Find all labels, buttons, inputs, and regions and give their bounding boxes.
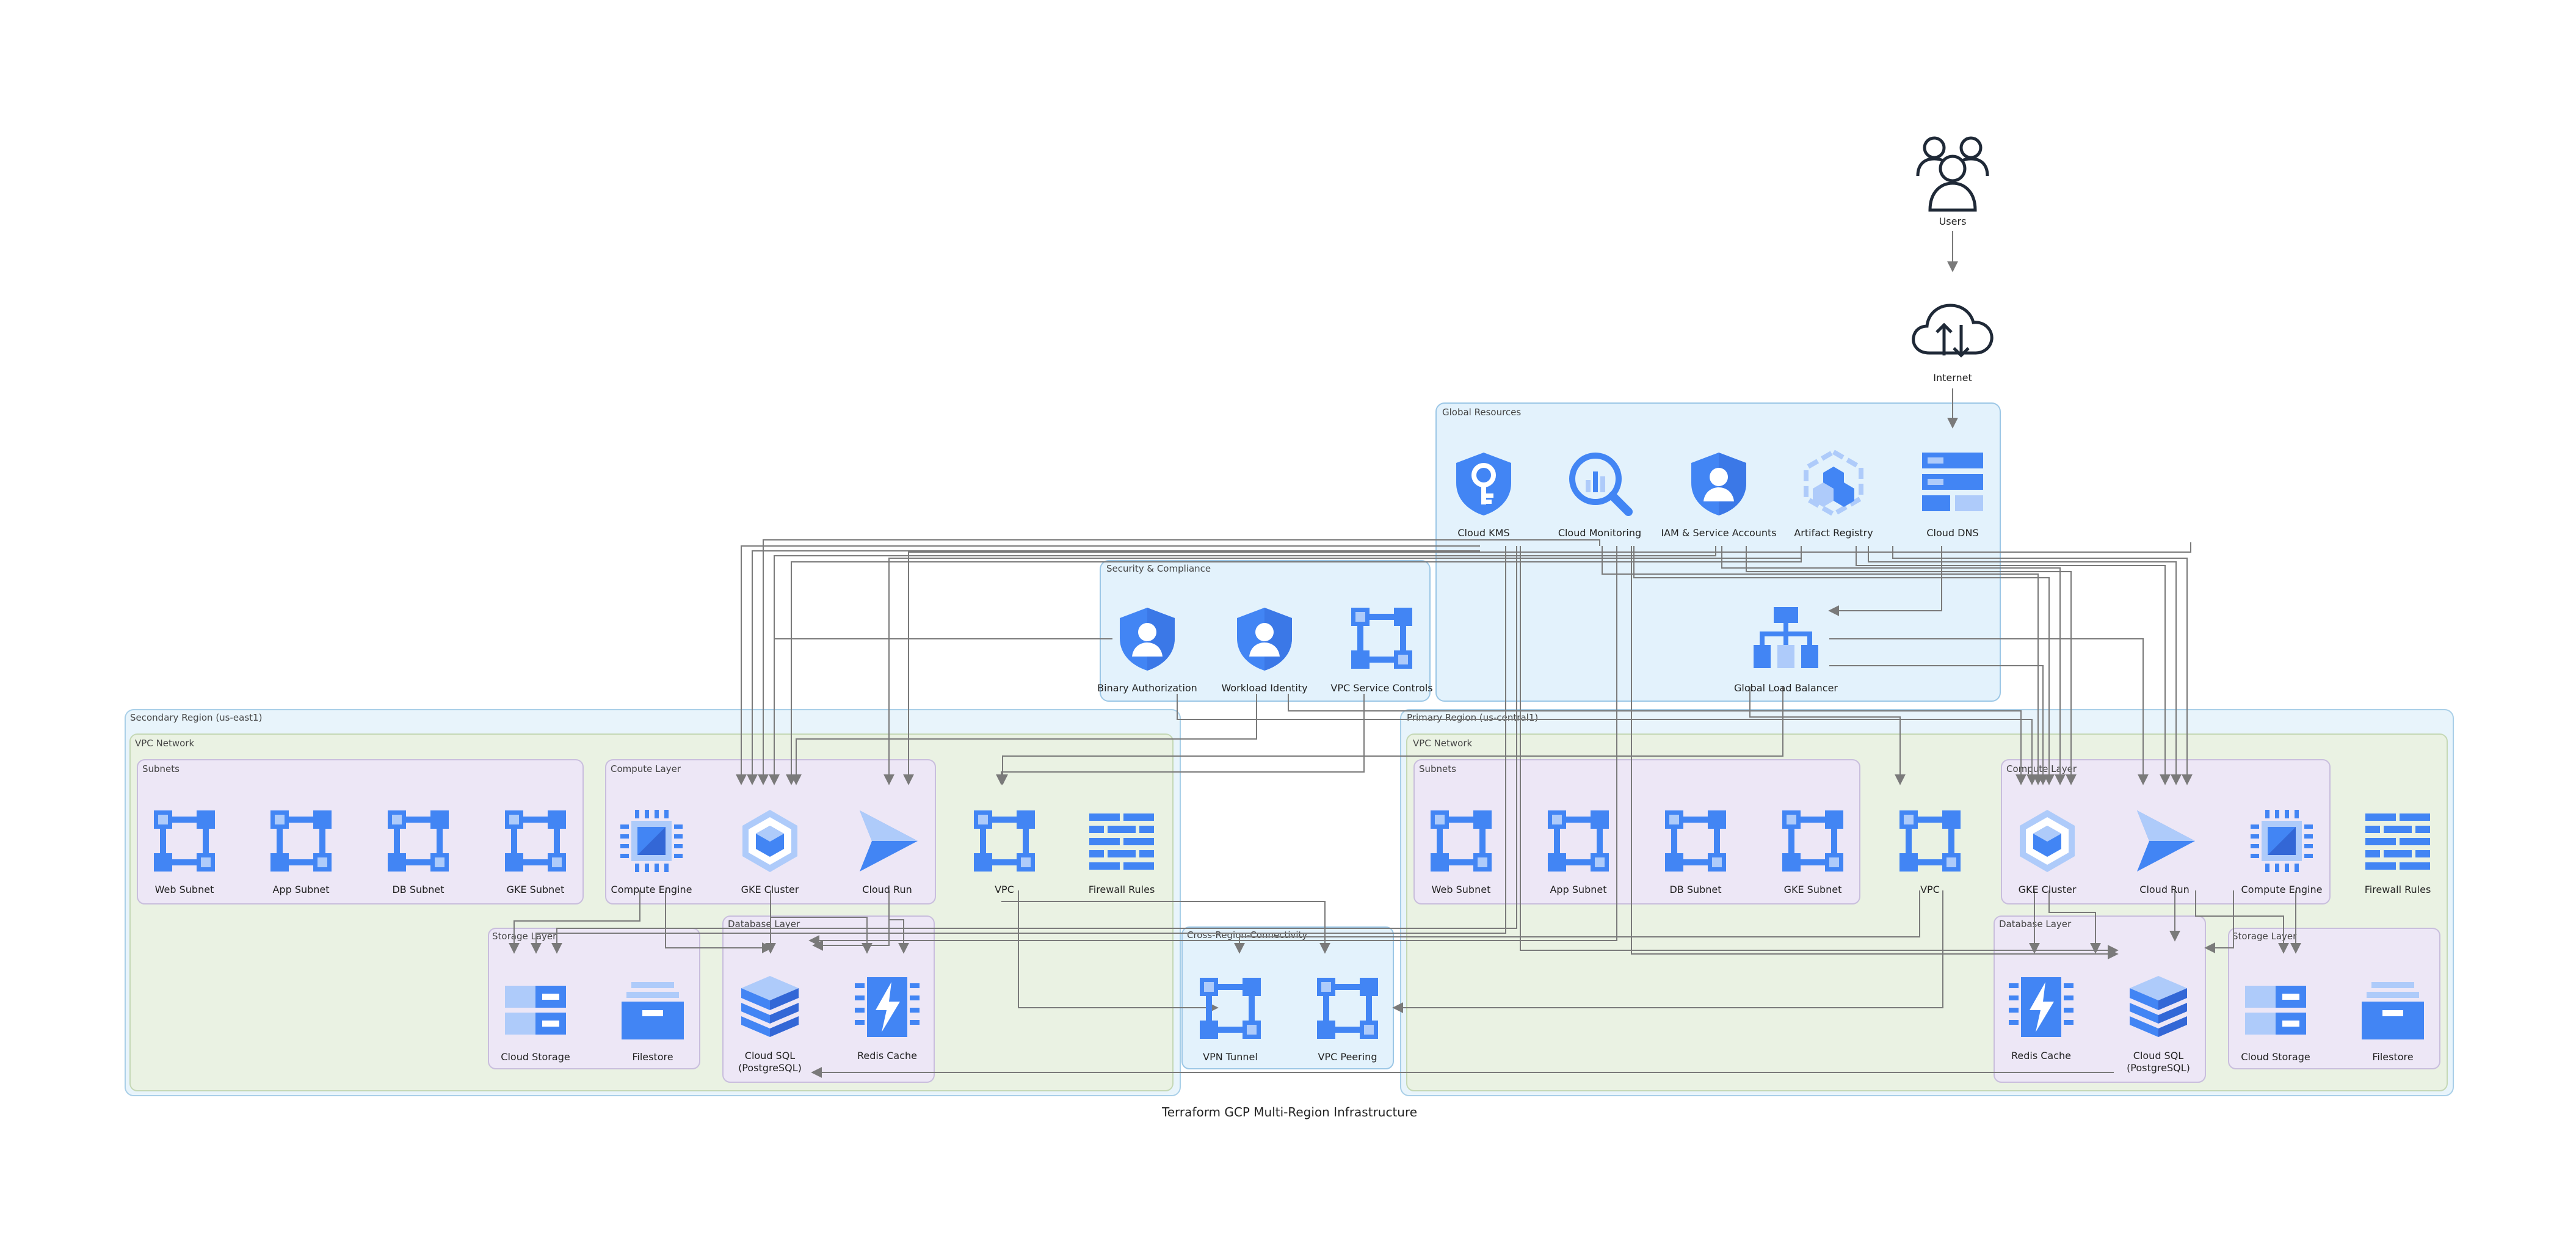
node-label: Firewall Rules	[2365, 884, 2431, 895]
cluster-label: Subnets	[1419, 763, 1456, 774]
node-label: Users	[1939, 216, 1967, 227]
node-label: Cloud Run	[862, 884, 912, 895]
secondary-cloud-storage-node[interactable]: Cloud Storage	[501, 986, 570, 1063]
cluster-label: Storage Layer	[492, 931, 557, 942]
node-label: Cloud Storage	[501, 1051, 570, 1063]
node-label: GKE Cluster	[741, 884, 799, 895]
node-label: Cloud SQL	[2133, 1050, 2184, 1061]
users-node[interactable]: Users	[1918, 138, 1987, 227]
architecture-diagram: Global Resources Security & Compliance S…	[125, 0, 2454, 1119]
cloud-upload-download-icon	[1914, 305, 1992, 355]
node-label: Global Load Balancer	[1734, 682, 1838, 694]
cluster-label: Subnets	[142, 763, 180, 774]
node-label: Web Subnet	[1432, 884, 1491, 895]
cluster-label: Global Resources	[1442, 407, 1521, 418]
node-label: Cloud DNS	[1926, 527, 1978, 539]
node-label: Cloud SQL	[745, 1050, 796, 1061]
cluster-label: Database Layer	[1999, 919, 2072, 930]
node-sublabel: (PostgreSQL)	[2127, 1062, 2190, 1074]
node-label: DB Subnet	[1669, 884, 1721, 895]
node-label: GKE Subnet	[1784, 884, 1842, 895]
node-label: Web Subnet	[155, 884, 214, 895]
node-label: Workload Identity	[1221, 682, 1307, 694]
node-label: App Subnet	[1550, 884, 1606, 895]
node-label: GKE Cluster	[2019, 884, 2077, 895]
cluster-cross-region: Cross-Region-Connectivity	[1181, 926, 1394, 1069]
node-label: Compute Engine	[2241, 884, 2323, 895]
primary-cloud-storage-node[interactable]: Cloud Storage	[2241, 986, 2310, 1063]
cluster-label: Storage Layer	[2232, 931, 2297, 942]
cluster-label: VPC Network	[1413, 738, 1472, 749]
cluster-label: Compute Layer	[611, 763, 681, 774]
node-label: VPC	[1920, 884, 1940, 895]
node-label: DB Subnet	[392, 884, 444, 895]
node-label: App Subnet	[272, 884, 329, 895]
node-label: Cloud Storage	[2241, 1051, 2310, 1063]
node-label: Compute Engine	[611, 884, 692, 895]
node-label: IAM & Service Accounts	[1661, 527, 1776, 539]
node-label: Artifact Registry	[1794, 527, 1873, 539]
node-label: GKE Subnet	[507, 884, 565, 895]
node-label: Filestore	[2372, 1051, 2413, 1063]
node-label: Binary Authorization	[1097, 682, 1197, 694]
node-sublabel: (PostgreSQL)	[738, 1062, 802, 1074]
cluster-label: Cross-Region-Connectivity	[1187, 930, 1307, 941]
node-label: VPC	[995, 884, 1014, 895]
node-label: Internet	[1933, 372, 1972, 384]
node-label: VPN Tunnel	[1203, 1051, 1258, 1063]
node-label: VPC Peering	[1318, 1051, 1377, 1063]
node-label: Redis Cache	[857, 1050, 917, 1061]
internet-node[interactable]: Internet	[1914, 305, 1992, 384]
cluster-label: Compute Layer	[2006, 763, 2077, 774]
node-label: Cloud KMS	[1457, 527, 1509, 539]
cluster-label: Secondary Region (us-east1)	[130, 712, 262, 723]
node-label: Cloud Run	[2139, 884, 2189, 895]
node-label: VPC Service Controls	[1330, 682, 1432, 694]
diagram-title: Terraform GCP Multi-Region Infrastructur…	[1161, 1105, 1417, 1119]
node-label: Firewall Rules	[1089, 884, 1155, 895]
cluster-label: VPC Network	[135, 738, 194, 749]
cluster-label: Primary Region (us-central1)	[1407, 712, 1538, 723]
node-label: Cloud Monitoring	[1558, 527, 1641, 539]
node-label: Filestore	[632, 1051, 673, 1063]
node-label: Redis Cache	[2011, 1050, 2071, 1061]
users-icon	[1918, 138, 1987, 210]
cluster-label: Security & Compliance	[1106, 563, 1211, 574]
